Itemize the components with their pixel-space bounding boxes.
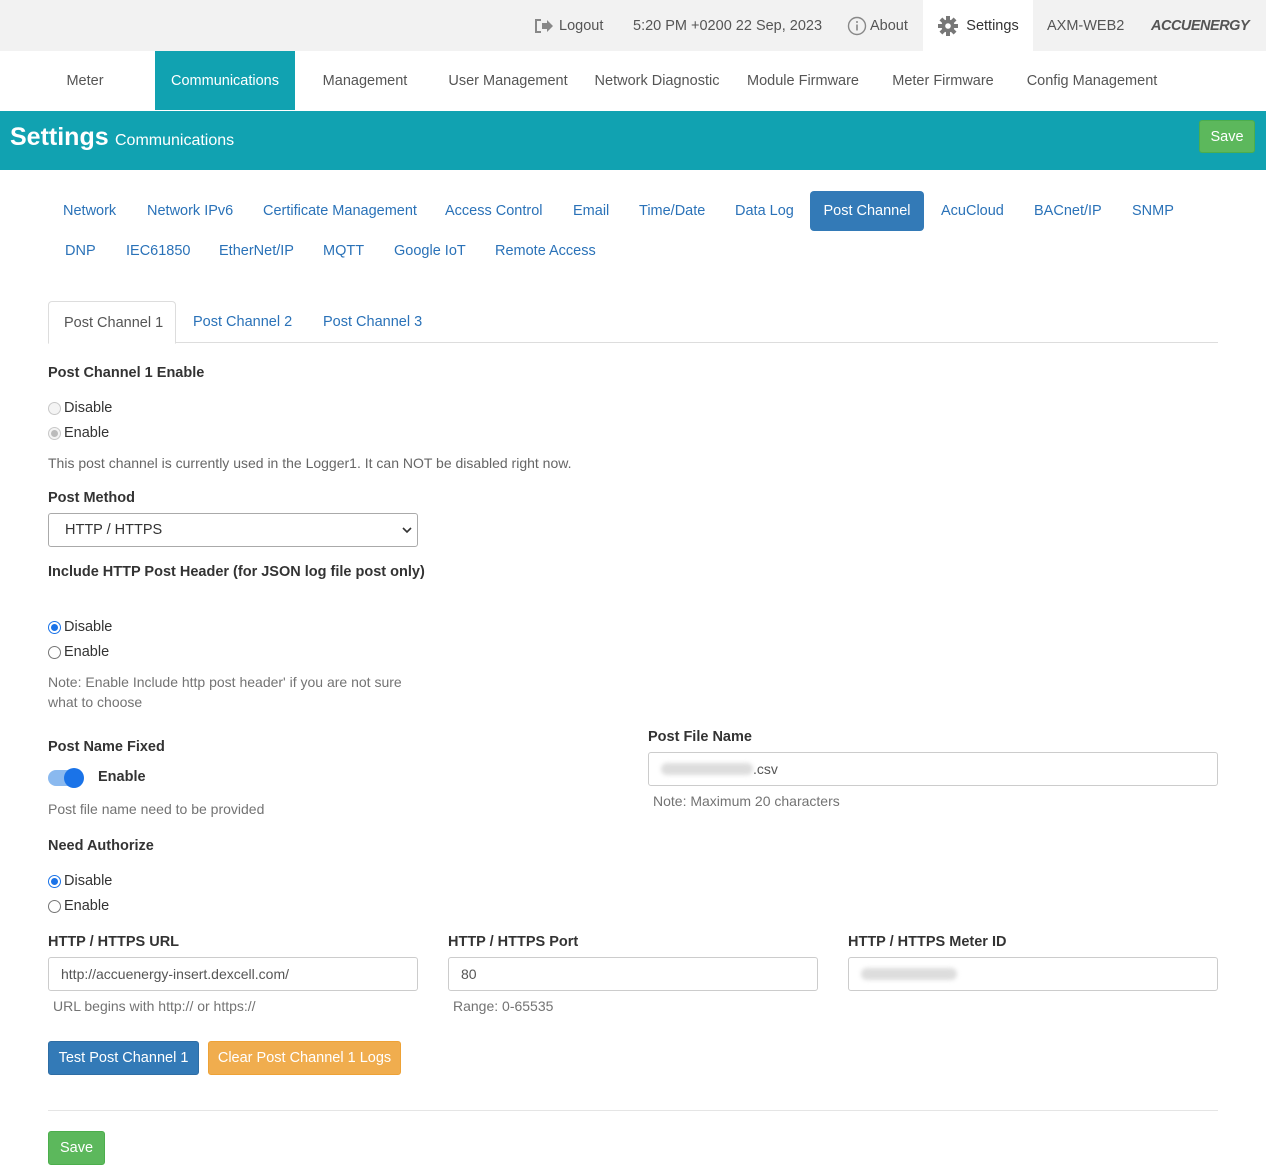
url-help: URL begins with http:// or https:// xyxy=(53,998,256,1014)
toggle-knob xyxy=(64,768,84,788)
main-nav: Meter Communications Management User Man… xyxy=(0,51,1266,110)
tab-data-log[interactable]: Data Log xyxy=(720,191,809,231)
redacted-text xyxy=(861,968,957,980)
gear-icon xyxy=(938,15,959,36)
tab-dnp[interactable]: DNP xyxy=(50,231,111,271)
datetime-display: 5:20 PM +0200 22 Sep, 2023 xyxy=(633,17,823,34)
header-disable-radio[interactable] xyxy=(48,620,61,634)
tab-post-channel-1[interactable]: Post Channel 1 xyxy=(48,301,176,344)
tab-access-control[interactable]: Access Control xyxy=(430,191,558,231)
header-enable-option[interactable]: Enable xyxy=(48,644,109,660)
tab-time-date[interactable]: Time/Date xyxy=(624,191,720,231)
tab-network[interactable]: Network xyxy=(48,191,131,231)
nav-module-firmware[interactable]: Module Firmware xyxy=(741,51,865,110)
file-name-suffix: .csv xyxy=(753,761,778,777)
tab-iec61850[interactable]: IEC61850 xyxy=(111,231,206,271)
header-enable-radio[interactable] xyxy=(48,645,61,659)
nav-network-diagnostic[interactable]: Network Diagnostic xyxy=(590,51,724,110)
file-name-label: Post File Name xyxy=(648,729,752,745)
authorize-disable-option[interactable]: Disable xyxy=(48,873,112,889)
name-fixed-help: Post file name need to be provided xyxy=(48,801,265,817)
header-disable-label: Disable xyxy=(64,619,113,635)
nav-config-management[interactable]: Config Management xyxy=(1020,51,1164,110)
enable-disable-radio[interactable] xyxy=(48,401,61,415)
enable-label: Post Channel 1 Enable xyxy=(48,365,205,381)
redacted-text xyxy=(661,763,753,775)
authorize-label: Need Authorize xyxy=(48,838,154,854)
save-button[interactable]: Save xyxy=(48,1131,105,1165)
name-fixed-toggle-label: Enable xyxy=(98,769,146,785)
tab-acucloud[interactable]: AcuCloud xyxy=(926,191,1019,231)
port-help: Range: 0-65535 xyxy=(453,998,554,1014)
post-method-select[interactable]: HTTP / HTTPS xyxy=(48,513,418,547)
tab-google-iot[interactable]: Google IoT xyxy=(379,231,481,271)
page-title: Settings xyxy=(10,123,109,151)
authorize-disable-label: Disable xyxy=(64,873,113,889)
nav-user-management[interactable]: User Management xyxy=(442,51,574,110)
authorize-enable-radio[interactable] xyxy=(48,899,61,913)
header-disable-option[interactable]: Disable xyxy=(48,619,112,635)
tab-email[interactable]: Email xyxy=(558,191,624,231)
post-header-label: Include HTTP Post Header (for JSON log f… xyxy=(48,564,425,580)
meter-id-label: HTTP / HTTPS Meter ID xyxy=(848,934,1007,950)
settings-link[interactable]: Settings xyxy=(923,0,1033,51)
tab-certificate-management[interactable]: Certificate Management xyxy=(248,191,432,231)
enable-disable-label: Disable xyxy=(64,400,113,416)
enable-enable-option[interactable]: Enable xyxy=(48,425,109,441)
name-fixed-toggle[interactable] xyxy=(48,768,84,788)
url-input[interactable]: http://accuenergy-insert.dexcell.com/ xyxy=(48,957,418,991)
logout-label: Logout xyxy=(559,17,604,34)
port-label: HTTP / HTTPS Port xyxy=(448,934,579,950)
authorize-enable-label: Enable xyxy=(64,898,110,914)
url-label: HTTP / HTTPS URL xyxy=(48,934,180,950)
enable-disable-option[interactable]: Disable xyxy=(48,400,112,416)
file-name-note: Note: Maximum 20 characters xyxy=(653,793,840,809)
divider xyxy=(48,1110,1218,1111)
tab-post-channel[interactable]: Post Channel xyxy=(810,191,924,231)
tab-post-channel-2[interactable]: Post Channel 2 xyxy=(178,301,307,343)
post-method-value: HTTP / HTTPS xyxy=(65,522,163,538)
nav-communications[interactable]: Communications xyxy=(155,51,295,110)
name-fixed-label: Post Name Fixed xyxy=(48,739,165,755)
tab-network-ipv6[interactable]: Network IPv6 xyxy=(132,191,248,231)
in-use-note: This post channel is currently used in t… xyxy=(48,455,572,471)
tab-snmp[interactable]: SNMP xyxy=(1117,191,1189,231)
accuenergy-logo: ACCUENERGY xyxy=(1151,17,1250,34)
test-post-channel-button[interactable]: Test Post Channel 1 xyxy=(48,1041,199,1075)
nav-meter-firmware[interactable]: Meter Firmware xyxy=(886,51,1000,110)
header-save-button[interactable]: Save xyxy=(1199,120,1255,153)
header-enable-label: Enable xyxy=(64,644,110,660)
clear-logs-button[interactable]: Clear Post Channel 1 Logs xyxy=(208,1041,401,1075)
file-name-input[interactable]: .csv xyxy=(648,752,1218,786)
meter-id-input[interactable] xyxy=(848,957,1218,991)
about-label: About xyxy=(870,17,908,34)
page-header: Settings Communications Save xyxy=(0,111,1266,170)
post-method-label: Post Method xyxy=(48,490,135,506)
port-value: 80 xyxy=(461,966,477,982)
tab-post-channel-3[interactable]: Post Channel 3 xyxy=(308,301,437,343)
enable-enable-radio[interactable] xyxy=(48,426,61,440)
chevron-down-icon xyxy=(402,527,412,534)
logout-icon xyxy=(535,18,553,33)
page-subtitle: Communications xyxy=(115,132,235,149)
authorize-disable-radio[interactable] xyxy=(48,874,61,888)
settings-label: Settings xyxy=(966,17,1019,34)
authorize-enable-option[interactable]: Enable xyxy=(48,898,109,914)
tab-remote-access[interactable]: Remote Access xyxy=(480,231,611,271)
tab-bacnet-ip[interactable]: BACnet/IP xyxy=(1019,191,1117,231)
tab-ethernet-ip[interactable]: EtherNet/IP xyxy=(204,231,309,271)
top-bar: Logout 5:20 PM +0200 22 Sep, 2023 About … xyxy=(0,0,1266,51)
url-value: http://accuenergy-insert.dexcell.com/ xyxy=(61,966,289,982)
info-icon xyxy=(847,16,867,35)
port-input[interactable]: 80 xyxy=(448,957,818,991)
nav-management[interactable]: Management xyxy=(315,51,415,110)
enable-enable-label: Enable xyxy=(64,425,110,441)
nav-meter[interactable]: Meter xyxy=(45,51,125,110)
about-link[interactable]: About xyxy=(847,0,908,51)
logout-link[interactable]: Logout xyxy=(534,0,603,51)
post-header-note: Note: Enable Include http post header' i… xyxy=(48,674,402,710)
device-name: AXM-WEB2 xyxy=(1047,17,1125,34)
tab-mqtt[interactable]: MQTT xyxy=(308,231,379,271)
